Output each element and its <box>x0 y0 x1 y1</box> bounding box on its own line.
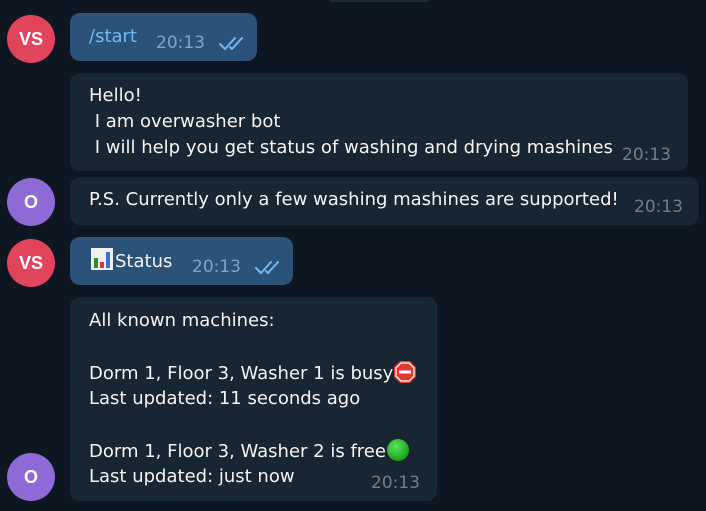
stop-sign-icon <box>394 361 417 383</box>
machine-updated: Last updated: 11 seconds ago <box>89 388 361 409</box>
avatar-initials: O <box>23 466 38 487</box>
message-time: 20:13 <box>156 33 205 53</box>
avatar-vs[interactable]: VS <box>7 15 55 63</box>
bar-chart-icon <box>91 248 113 270</box>
double-check-icon <box>219 37 243 50</box>
scroll-indicator <box>328 0 430 2</box>
message-time: 20:13 <box>634 197 683 217</box>
status-text: Status <box>115 251 173 272</box>
message-bubble-ps[interactable]: P.S. Currently only a few washing mashin… <box>70 177 699 225</box>
avatar-o[interactable]: O <box>7 453 55 501</box>
machine-line: Dorm 1, Floor 3, Washer 2 is free <box>89 441 386 462</box>
message-bubble-hello[interactable]: Hello! I am overwasher bot I will help y… <box>70 73 688 171</box>
machine-updated: Last updated: just now <box>89 466 295 487</box>
message-time: 20:13 <box>192 257 241 277</box>
machine-line: Dorm 1, Floor 3, Washer 1 is busy <box>89 363 394 384</box>
message-text: P.S. Currently only a few washing mashin… <box>89 189 619 210</box>
message-text: Hello! I am overwasher bot I will help y… <box>89 85 613 158</box>
machine-status-line: Dorm 1, Floor 3, Washer 1 is busy <box>89 360 417 387</box>
message-time: 20:13 <box>622 145 671 165</box>
green-circle-icon <box>386 439 409 461</box>
message-bubble-machines[interactable]: All known machines: Dorm 1, Floor 3, Was… <box>70 297 437 501</box>
avatar-initials: VS <box>18 252 43 273</box>
avatar-initials: VS <box>18 28 43 49</box>
avatar-o[interactable]: O <box>7 178 55 226</box>
machine-status-line: Dorm 1, Floor 3, Washer 2 is free <box>89 438 410 465</box>
status-text-wrap: Status <box>91 248 172 275</box>
message-time: 20:13 <box>371 473 420 493</box>
avatar-vs[interactable]: VS <box>7 239 55 287</box>
double-check-icon <box>255 261 279 274</box>
command-link[interactable]: /start <box>89 24 137 50</box>
machines-heading: All known machines: <box>89 310 275 331</box>
message-bubble-start[interactable]: /start 20:13 <box>70 13 257 61</box>
message-bubble-status[interactable]: Status 20:13 <box>70 237 293 285</box>
avatar-initials: O <box>23 191 38 212</box>
